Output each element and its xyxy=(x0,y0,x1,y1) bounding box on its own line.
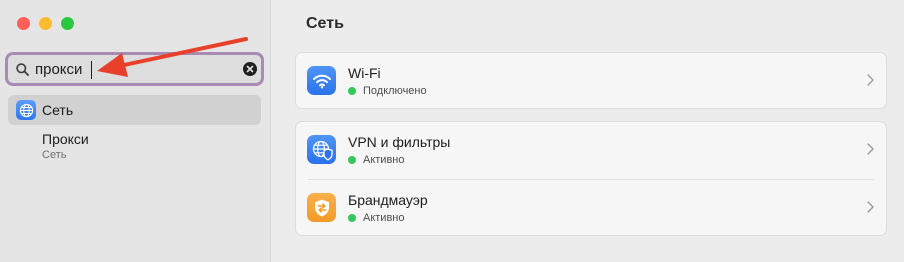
settings-group-security: VPN и фильтры Активно Брандмауэр Активно xyxy=(295,121,887,236)
firewall-title: Брандмауэр xyxy=(348,192,428,208)
window-controls xyxy=(17,17,74,30)
chevron-right-icon xyxy=(867,201,874,213)
vpn-row[interactable]: VPN и фильтры Активно xyxy=(296,122,886,179)
page-title: Сеть xyxy=(306,15,344,32)
search-field[interactable] xyxy=(5,52,264,86)
search-icon xyxy=(16,63,29,76)
chevron-right-icon xyxy=(867,74,874,86)
wifi-icon xyxy=(307,66,336,95)
wifi-title: Wi-Fi xyxy=(348,65,381,81)
chevron-right-icon xyxy=(867,143,874,155)
vpn-status-text: Активно xyxy=(363,154,405,166)
text-cursor xyxy=(91,61,92,79)
vpn-globe-shield-icon xyxy=(307,135,336,164)
wifi-status-text: Подключено xyxy=(363,85,427,97)
vpn-title: VPN и фильтры xyxy=(348,134,451,150)
maximize-window-button[interactable] xyxy=(61,17,74,30)
status-dot xyxy=(348,214,356,222)
search-result-subtitle: Сеть xyxy=(42,149,67,161)
vpn-status: Активно xyxy=(348,154,405,166)
firewall-icon xyxy=(307,193,336,222)
search-result-title: Прокси xyxy=(42,131,89,147)
sidebar: Сеть Прокси Сеть xyxy=(0,0,271,262)
sidebar-item-label: Сеть xyxy=(42,102,74,118)
sidebar-item-network[interactable]: Сеть xyxy=(8,95,261,125)
status-dot xyxy=(348,156,356,164)
firewall-row[interactable]: Брандмауэр Активно xyxy=(296,180,886,237)
firewall-status-text: Активно xyxy=(363,212,405,224)
firewall-status: Активно xyxy=(348,212,405,224)
clear-search-icon[interactable] xyxy=(243,62,257,76)
settings-group-wifi: Wi-Fi Подключено xyxy=(295,52,887,109)
minimize-window-button[interactable] xyxy=(39,17,52,30)
search-input[interactable] xyxy=(35,60,235,79)
main-pane: Сеть Wi-Fi Подключено VPN и фильтры Акти… xyxy=(271,0,904,262)
status-dot xyxy=(348,87,356,95)
search-result-proxy[interactable]: Прокси Сеть xyxy=(42,131,89,162)
wifi-row[interactable]: Wi-Fi Подключено xyxy=(296,53,886,110)
globe-icon xyxy=(16,100,36,120)
close-window-button[interactable] xyxy=(17,17,30,30)
wifi-status: Подключено xyxy=(348,85,427,97)
